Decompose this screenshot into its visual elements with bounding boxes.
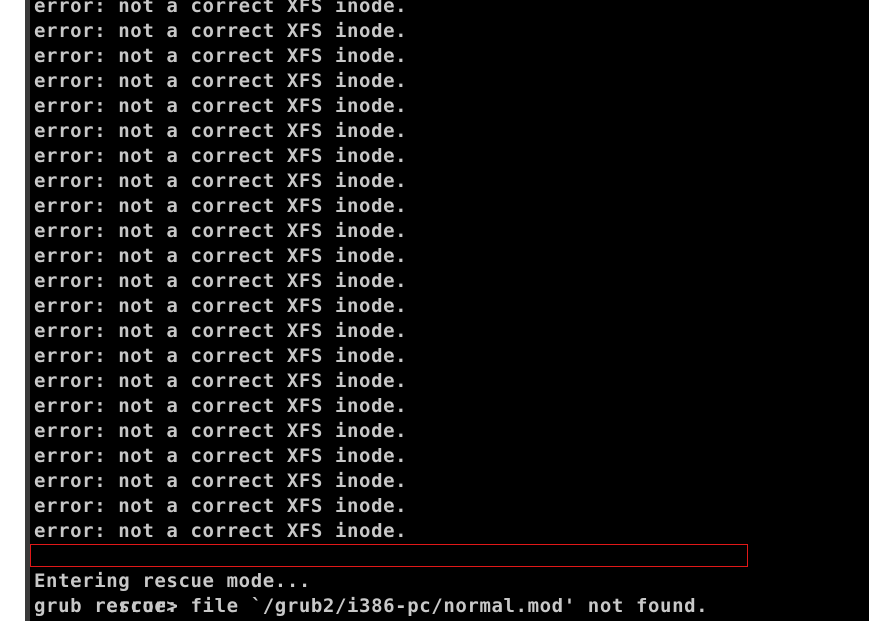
error-line: error: not a correct XFS inode. <box>34 520 408 542</box>
left-gutter <box>0 0 25 621</box>
terminal-output: error: not a correct XFS inode. error: n… <box>30 0 748 619</box>
error-line: error: not a correct XFS inode. <box>34 20 408 42</box>
error-line: error: not a correct XFS inode. <box>34 320 408 342</box>
error-line: error: not a correct XFS inode. <box>34 145 408 167</box>
error-line: error: not a correct XFS inode. <box>34 45 408 67</box>
terminal-window[interactable]: error: not a correct XFS inode. error: n… <box>30 0 869 621</box>
error-line: error: not a correct XFS inode. <box>34 270 408 292</box>
error-line: error: not a correct XFS inode. <box>34 170 408 192</box>
error-line: error: not a correct XFS inode. <box>34 395 408 417</box>
error-line: error: not a correct XFS inode. <box>34 195 408 217</box>
error-line: error: not a correct XFS inode. <box>34 470 408 492</box>
error-line: error: not a correct XFS inode. <box>34 0 408 17</box>
error-line: error: not a correct XFS inode. <box>34 245 408 267</box>
error-line: error: not a correct XFS inode. <box>34 120 408 142</box>
error-line: error: not a correct XFS inode. <box>34 420 408 442</box>
status-line: Entering rescue mode... <box>34 570 311 592</box>
error-line: error: not a correct XFS inode. <box>34 95 408 117</box>
highlighted-error-text: error: file `/grub2/i386-pc/normal.mod' … <box>106 595 709 617</box>
error-line: error: not a correct XFS inode. <box>34 220 408 242</box>
error-line: error: not a correct XFS inode. <box>34 370 408 392</box>
error-line: error: not a correct XFS inode. <box>34 295 408 317</box>
error-line: error: not a correct XFS inode. <box>34 70 408 92</box>
error-line: error: not a correct XFS inode. <box>34 495 408 517</box>
red-highlight-box <box>30 544 748 567</box>
error-line: error: not a correct XFS inode. <box>34 445 408 467</box>
highlighted-error-line: error: file `/grub2/i386-pc/normal.mod' … <box>30 544 748 617</box>
error-line: error: not a correct XFS inode. <box>34 345 408 367</box>
